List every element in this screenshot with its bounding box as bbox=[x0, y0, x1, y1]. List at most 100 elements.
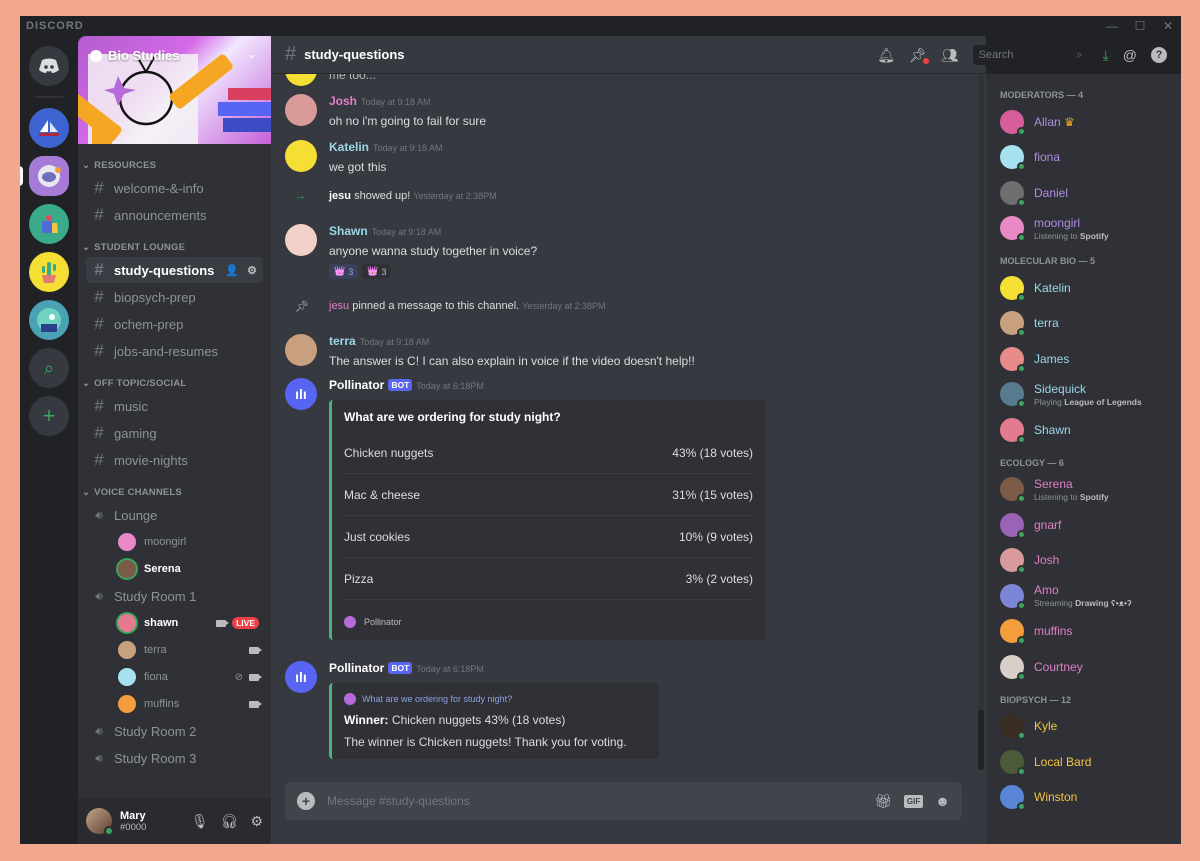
member-item[interactable]: Josh bbox=[986, 543, 1181, 579]
channel-study-questions[interactable]: # study-questions 👤 ⚙ bbox=[86, 257, 263, 283]
member-item[interactable]: moongirl Listening to Spotify bbox=[986, 211, 1181, 247]
voice-user[interactable]: muffins bbox=[114, 691, 263, 717]
reaction-button[interactable]: 👑 3 bbox=[362, 264, 392, 279]
gear-icon[interactable]: ⚙ bbox=[247, 264, 257, 277]
poll-option[interactable]: Mac & cheese 31% (15 votes) bbox=[344, 474, 753, 516]
voice-channel-study-room-2[interactable]: 🔊︎ Study Room 2 bbox=[86, 718, 263, 744]
author-name[interactable]: Pollinator bbox=[329, 661, 384, 675]
member-item[interactable]: Daniel bbox=[986, 175, 1181, 211]
poll-option[interactable]: Chicken nuggets 43% (18 votes) bbox=[344, 432, 753, 474]
category-resources[interactable]: ⌄ RESOURCES bbox=[78, 156, 271, 174]
avatar[interactable] bbox=[285, 334, 317, 366]
server-banner[interactable]: Bio Studies ⌄ bbox=[78, 36, 271, 144]
avatar[interactable] bbox=[285, 140, 317, 172]
member-item[interactable]: Shawn bbox=[986, 412, 1181, 448]
search-input[interactable]: Search ⌕ bbox=[972, 45, 1089, 65]
avatar bbox=[1000, 311, 1026, 338]
download-icon[interactable]: ⤓ bbox=[1103, 47, 1109, 64]
voice-user[interactable]: terra bbox=[114, 637, 263, 663]
voice-user[interactable]: fiona ⊘ bbox=[114, 664, 263, 690]
member-item[interactable]: Winston bbox=[986, 780, 1181, 816]
avatar[interactable] bbox=[285, 224, 317, 256]
gear-icon[interactable]: ⚙ bbox=[250, 813, 263, 830]
channel-music[interactable]: # music bbox=[86, 393, 263, 419]
maximize-button[interactable]: ☐ bbox=[1133, 19, 1147, 33]
message-input[interactable] bbox=[327, 794, 863, 808]
chevron-down-icon[interactable]: ⌄ bbox=[246, 46, 257, 62]
members-icon[interactable]: 👥︎ bbox=[941, 47, 959, 64]
voice-channel-study-room-1[interactable]: 🔊︎ Study Room 1 bbox=[86, 583, 263, 609]
poll-option[interactable]: Just cookies 10% (9 votes) bbox=[344, 516, 753, 558]
video-icon bbox=[249, 673, 262, 681]
help-icon[interactable]: ? bbox=[1151, 47, 1167, 63]
member-item[interactable]: Serena Listening to Spotify bbox=[986, 472, 1181, 508]
author-name[interactable]: Katelin bbox=[329, 140, 369, 154]
reaction-button[interactable]: 👑 3 bbox=[329, 264, 359, 279]
pin-icon[interactable]: 📌︎ bbox=[909, 47, 929, 64]
member-item[interactable]: fiona bbox=[986, 140, 1181, 176]
avatar bbox=[1000, 785, 1026, 812]
avatar[interactable]: ılı bbox=[285, 378, 317, 410]
emoji-icon[interactable]: ☻ bbox=[935, 793, 950, 809]
voice-user[interactable]: Serena bbox=[114, 556, 263, 582]
channel-jobs-and-resumes[interactable]: # jobs-and-resumes bbox=[86, 338, 263, 364]
home-button[interactable] bbox=[29, 46, 69, 86]
close-button[interactable]: ✕ bbox=[1161, 19, 1175, 33]
poll-link[interactable]: What are we ordering for study night? bbox=[344, 693, 647, 705]
author-name[interactable]: Josh bbox=[329, 94, 357, 108]
chat-scrollbar[interactable] bbox=[978, 74, 984, 770]
member-item[interactable]: Katelin bbox=[986, 270, 1181, 306]
gif-icon[interactable]: GIF bbox=[903, 794, 924, 808]
voice-user[interactable]: moongirl bbox=[114, 529, 263, 555]
channel-announcements[interactable]: # announcements bbox=[86, 202, 263, 228]
server-icon-sailboat[interactable] bbox=[29, 108, 69, 148]
member-item[interactable]: James bbox=[986, 341, 1181, 377]
microphone-icon[interactable]: 🎙︎ bbox=[191, 813, 209, 830]
add-attachment-icon[interactable]: + bbox=[297, 792, 315, 810]
member-item[interactable]: Sidequick Playing League of Legends bbox=[986, 377, 1181, 413]
gift-icon[interactable]: 🎁︎ bbox=[874, 793, 892, 810]
add-server-button[interactable]: + bbox=[29, 396, 69, 436]
channel-ochem-prep[interactable]: # ochem-prep bbox=[86, 311, 263, 337]
server-icon-cactus[interactable] bbox=[29, 252, 69, 292]
avatar[interactable] bbox=[285, 74, 317, 86]
author-name[interactable]: terra bbox=[329, 334, 356, 348]
scrollbar-thumb[interactable] bbox=[978, 710, 984, 770]
member-item[interactable]: muffins bbox=[986, 614, 1181, 650]
explore-servers-button[interactable]: ⌕ bbox=[29, 348, 69, 388]
channel-gaming[interactable]: # gaming bbox=[86, 420, 263, 446]
member-item[interactable]: Amo Streaming Drawing ʕ•ᴥ•ʔ bbox=[986, 578, 1181, 614]
category-off-topic[interactable]: ⌄ OFF TOPIC/SOCIAL bbox=[78, 374, 271, 392]
member-item[interactable]: Local Bard bbox=[986, 744, 1181, 780]
avatar bbox=[1000, 382, 1026, 409]
bell-icon[interactable]: 🔔︎ bbox=[877, 47, 895, 64]
avatar[interactable]: ılı bbox=[285, 661, 317, 693]
author-name[interactable]: Pollinator bbox=[329, 378, 384, 392]
channel-biopsych-prep[interactable]: # biopsych-prep bbox=[86, 284, 263, 310]
category-voice-channels[interactable]: ⌄ VOICE CHANNELS bbox=[78, 483, 271, 501]
member-item[interactable]: gnarf bbox=[986, 507, 1181, 543]
poll-option[interactable]: Pizza 3% (2 votes) bbox=[344, 558, 753, 600]
server-name-button[interactable]: Bio Studies bbox=[90, 48, 180, 63]
server-icon-shopping[interactable] bbox=[29, 204, 69, 244]
avatar[interactable] bbox=[285, 94, 317, 126]
online-status-icon bbox=[1017, 197, 1026, 207]
voice-channel-lounge[interactable]: 🔊︎ Lounge bbox=[86, 502, 263, 528]
channel-movie-nights[interactable]: # movie-nights bbox=[86, 447, 263, 473]
voice-channel-study-room-3[interactable]: 🔊︎ Study Room 3 bbox=[86, 745, 263, 771]
invite-icon[interactable]: 👤 bbox=[225, 264, 239, 277]
member-item[interactable]: Allan ♛ bbox=[986, 104, 1181, 140]
server-icon-monster[interactable] bbox=[29, 300, 69, 340]
member-item[interactable]: terra bbox=[986, 306, 1181, 342]
member-item[interactable]: Kyle bbox=[986, 709, 1181, 745]
mention-icon[interactable]: @ bbox=[1123, 47, 1137, 63]
channel-welcome-info[interactable]: # welcome-&-info bbox=[86, 175, 263, 201]
server-icon-bio-studies[interactable] bbox=[20, 156, 69, 196]
author-name[interactable]: Shawn bbox=[329, 224, 368, 238]
headphones-icon[interactable]: 🎧︎ bbox=[221, 813, 239, 830]
voice-user[interactable]: shawn LIVE bbox=[114, 610, 263, 636]
minimize-button[interactable]: — bbox=[1105, 19, 1119, 33]
category-student-lounge[interactable]: ⌄ STUDENT LOUNGE bbox=[78, 238, 271, 256]
member-item[interactable]: Courtney bbox=[986, 649, 1181, 685]
user-avatar[interactable] bbox=[86, 808, 114, 836]
